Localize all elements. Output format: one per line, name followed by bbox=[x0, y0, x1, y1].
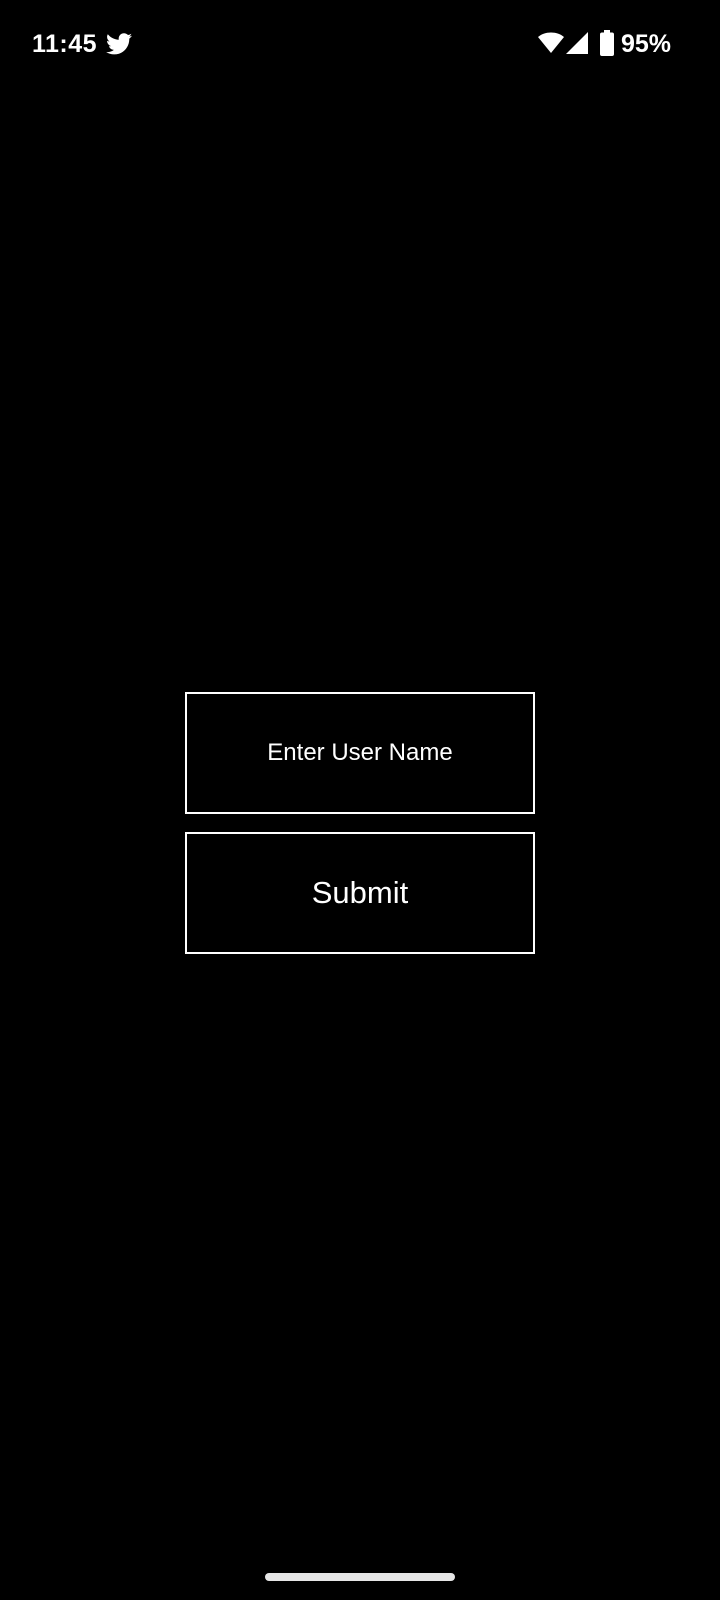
status-bar: 11:45 95% bbox=[0, 0, 720, 90]
username-input[interactable] bbox=[185, 692, 535, 814]
twitter-icon bbox=[106, 33, 132, 55]
battery-icon bbox=[600, 30, 614, 56]
battery-percentage: 95% bbox=[621, 30, 672, 58]
status-time: 11:45 bbox=[32, 30, 98, 58]
submit-button[interactable]: Submit bbox=[185, 832, 535, 954]
home-indicator[interactable] bbox=[265, 1573, 455, 1581]
signal-icon bbox=[566, 32, 588, 54]
wifi-icon bbox=[538, 32, 564, 53]
